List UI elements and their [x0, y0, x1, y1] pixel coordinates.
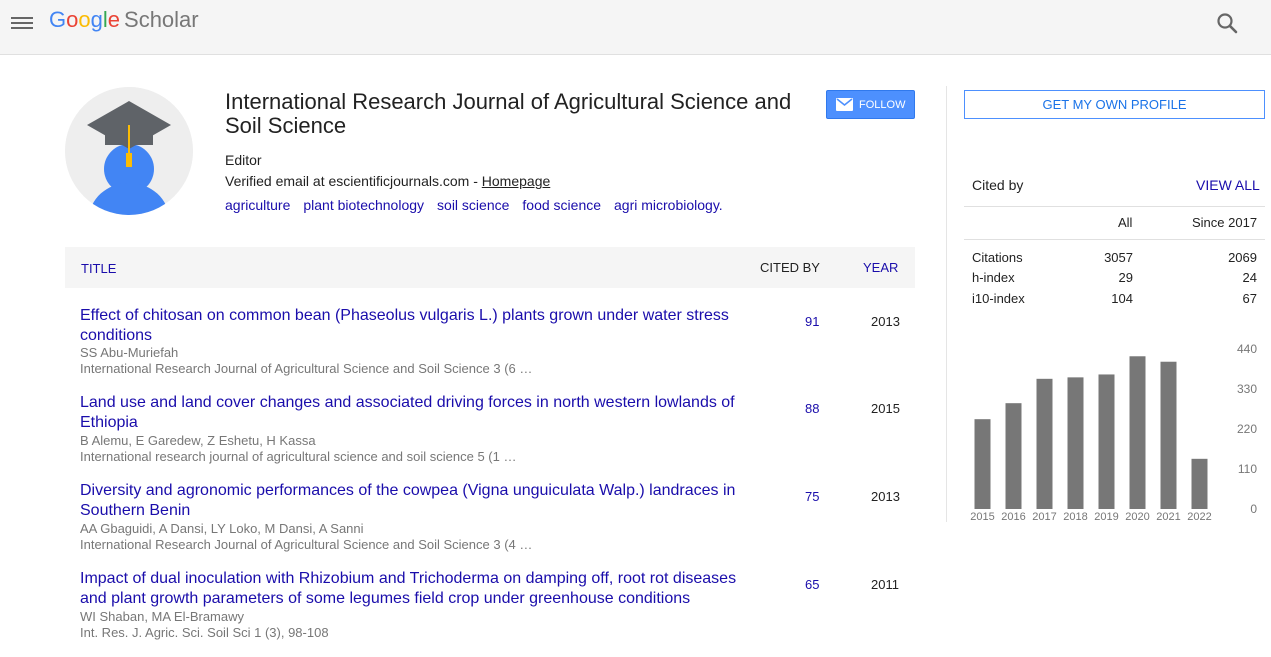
citations-per-year-chart: 0 110 220 330 440 2015 2016 2017 2018 2019 2020 202… — [970, 342, 1257, 523]
cited-by-count[interactable]: 91 — [805, 314, 819, 329]
search-icon[interactable] — [1215, 11, 1241, 37]
col-all-header: All — [1118, 215, 1133, 230]
homepage-link[interactable]: Homepage — [482, 173, 551, 189]
sort-by-title[interactable]: TITLE — [81, 261, 116, 276]
article-year: 2013 — [871, 489, 900, 504]
menu-icon[interactable] — [11, 14, 33, 32]
article-title[interactable]: Effect of chitosan on common bean (Phase… — [80, 306, 745, 346]
interest-link[interactable]: soil science — [437, 197, 509, 213]
divider — [964, 239, 1265, 240]
sort-by-cited[interactable]: CITED BY — [760, 260, 820, 275]
stat-all-value: 104 — [1111, 291, 1133, 306]
interest-link[interactable]: agri microbiology. — [614, 197, 723, 213]
citation-bar[interactable] — [974, 419, 991, 509]
article-venue: International Research Journal of Agricu… — [80, 537, 533, 552]
graduation-cap-avatar-icon — [65, 87, 193, 215]
follow-button[interactable]: FOLLOW — [826, 90, 915, 119]
citation-bar[interactable] — [1098, 374, 1115, 509]
article-authors: WI Shaban, MA El-Bramawy — [80, 609, 244, 624]
col-since-header: Since 2017 — [1192, 215, 1258, 230]
google-scholar-logo[interactable]: Google Scholar — [49, 7, 199, 33]
stat-all-value: 29 — [1118, 270, 1133, 285]
x-tick-label: 2020 — [1125, 511, 1149, 523]
article-venue: Int. Res. J. Agric. Sci. Soil Sci 1 (3),… — [80, 625, 329, 640]
interest-link[interactable]: plant biotechnology — [303, 197, 424, 213]
follow-label: FOLLOW — [859, 98, 906, 111]
divider — [964, 206, 1265, 207]
article-year: 2015 — [871, 401, 900, 416]
column-divider — [946, 86, 947, 522]
cited-by-count[interactable]: 75 — [805, 489, 819, 504]
article-title[interactable]: Diversity and agronomic performances of … — [80, 481, 745, 521]
interests: agriculture plant biotechnology soil scien… — [225, 197, 736, 213]
citation-bar[interactable] — [1005, 403, 1022, 509]
x-tick-label: 2018 — [1063, 511, 1087, 523]
x-tick-label: 2021 — [1156, 511, 1180, 523]
stat-since-value: 67 — [1242, 291, 1257, 306]
stat-all-value: 3057 — [1104, 250, 1133, 265]
cited-by-count[interactable]: 88 — [805, 401, 819, 416]
article-year: 2011 — [871, 577, 899, 592]
interest-link[interactable]: agriculture — [225, 197, 290, 213]
profile-name: International Research Journal of Agricu… — [225, 89, 792, 138]
article-authors: SS Abu-Muriefah — [80, 345, 179, 360]
y-tick-label: 0 — [1250, 502, 1257, 516]
stat-label: i10-index — [972, 291, 1025, 306]
y-tick-label: 440 — [1237, 342, 1257, 356]
article-venue: International research journal of agricu… — [80, 449, 517, 464]
citation-bar[interactable] — [1067, 377, 1084, 509]
stat-label: h-index — [972, 270, 1015, 285]
table-row: Diversity and agronomic performances of … — [65, 481, 915, 569]
x-tick-label: 2017 — [1032, 511, 1056, 523]
article-title[interactable]: Land use and land cover changes and asso… — [80, 393, 745, 433]
table-row: Land use and land cover changes and asso… — [65, 393, 915, 481]
y-tick-label: 330 — [1237, 382, 1257, 396]
get-my-own-profile-button[interactable]: GET MY OWN PROFILE — [964, 90, 1265, 119]
x-tick-label: 2019 — [1094, 511, 1118, 523]
sort-by-year[interactable]: YEAR — [863, 260, 898, 275]
interest-link[interactable]: food science — [522, 197, 601, 213]
citation-bar[interactable] — [1129, 356, 1146, 509]
article-authors: AA Gbaguidi, A Dansi, LY Loko, M Dansi, … — [80, 521, 364, 536]
citation-bar[interactable] — [1036, 378, 1053, 509]
top-bar: Google Scholar — [0, 0, 1271, 55]
stat-label: Citations — [972, 250, 1023, 265]
table-row: Impact of dual inoculation with Rhizobiu… — [65, 569, 915, 657]
y-tick-label: 220 — [1237, 422, 1257, 436]
y-tick-label: 110 — [1238, 462, 1257, 476]
email-icon — [836, 98, 853, 111]
cited-by-count[interactable]: 65 — [805, 577, 819, 592]
citation-bar[interactable] — [1191, 458, 1208, 509]
articles-table-header: TITLE CITED BY YEAR — [65, 247, 915, 288]
x-tick-label: 2022 — [1187, 511, 1211, 523]
verified-email: Verified email at escientificjournals.co… — [225, 173, 551, 189]
affiliation: Editor — [225, 152, 262, 168]
view-all-link[interactable]: VIEW ALL — [1196, 177, 1260, 193]
stat-since-value: 2069 — [1228, 250, 1257, 265]
article-venue: International Research Journal of Agricu… — [80, 361, 533, 376]
table-row: Effect of chitosan on common bean (Phase… — [65, 306, 915, 394]
x-tick-label: 2015 — [970, 511, 994, 523]
article-title[interactable]: Impact of dual inoculation with Rhizobiu… — [80, 569, 745, 609]
article-authors: B Alemu, E Garedew, Z Eshetu, H Kassa — [80, 433, 316, 448]
avatar — [65, 87, 193, 215]
cited-by-heading: Cited by — [972, 177, 1024, 193]
article-year: 2013 — [871, 314, 900, 329]
citation-bar[interactable] — [1160, 361, 1177, 509]
x-tick-label: 2016 — [1001, 511, 1025, 523]
stat-since-value: 24 — [1242, 270, 1257, 285]
